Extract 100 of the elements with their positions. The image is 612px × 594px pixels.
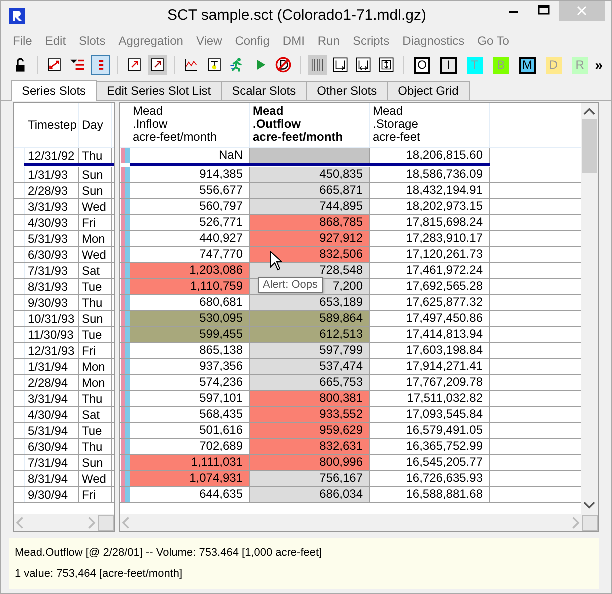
row-marker-stripe [120, 215, 130, 230]
menu-item[interactable]: Edit [39, 34, 72, 48]
column-header[interactable]: Day [79, 103, 112, 147]
menu-item[interactable]: Slots [73, 34, 112, 48]
table-cell: Mon [79, 375, 112, 390]
menu-item[interactable]: File [7, 34, 38, 48]
table-cell: 8/31/93 [25, 279, 79, 294]
table-cell: 756,167 [250, 471, 370, 486]
app-logo-icon [9, 8, 25, 24]
table-cell: Mon [79, 359, 112, 374]
table-cell: 10/31/93 [25, 311, 79, 326]
menu-item[interactable]: Diagnostics [396, 34, 471, 48]
table-cell: 9/30/94 [25, 487, 79, 502]
table-cell: Fri [79, 343, 112, 358]
column-header[interactable]: Timestep [25, 103, 79, 147]
table-cell: Sat [79, 407, 112, 422]
table-cell: 3/31/93 [25, 199, 79, 214]
table-cell: 744,895 [250, 199, 370, 214]
toolbar-overflow-button[interactable]: » [595, 57, 603, 73]
window-title: SCT sample.sct (Colorado1-71.mdl.gz) [166, 7, 428, 24]
table-cell: Tue [79, 279, 112, 294]
table-cell: 597,799 [250, 343, 370, 358]
menu-item[interactable]: Scripts [346, 34, 396, 48]
table-cell: 612,513 [250, 327, 370, 342]
table-cell: 11/30/93 [25, 327, 79, 342]
table-cell: 4/30/93 [25, 215, 79, 230]
tab[interactable]: Object Grid [387, 81, 470, 100]
table-cell: 2/28/93 [25, 183, 79, 198]
menu-item[interactable]: Config [229, 34, 276, 48]
menu-item[interactable]: DMI [276, 34, 311, 48]
table-cell: Sun [79, 167, 112, 182]
letter-button[interactable]: M [519, 56, 536, 74]
table-cell: 1/31/93 [25, 167, 79, 182]
table-cell: 4/30/94 [25, 407, 79, 422]
row-marker-stripe [120, 231, 130, 246]
table-cell: 1,203,086 [130, 263, 250, 278]
table-cell: 1,074,931 [130, 471, 250, 486]
letter-button[interactable]: I [440, 56, 457, 74]
table-cell: Tue [79, 327, 112, 342]
menu-item[interactable]: Run [312, 34, 346, 48]
tab[interactable]: Scalar Slots [221, 81, 308, 100]
table-cell: 832,631 [250, 439, 370, 454]
scrollbar-thumb[interactable] [582, 119, 597, 173]
table-cell: Mon [79, 231, 112, 246]
stop-icon[interactable] [274, 55, 294, 75]
table-cell: 959,629 [250, 423, 370, 438]
table-cell: 665,871 [250, 183, 370, 198]
table-cell: 9/30/93 [25, 295, 79, 310]
table-cell: 5/31/94 [25, 423, 79, 438]
table-cell: Sun [79, 311, 112, 326]
tooltip: Alert: Oops [258, 277, 324, 293]
row-marker-stripe [120, 327, 130, 342]
letter-button[interactable]: O [414, 56, 430, 74]
menu-item[interactable]: Go To [472, 34, 516, 48]
tab[interactable]: Edit Series Slot List [96, 81, 222, 100]
table-cell: 653,189 [250, 295, 370, 310]
table-cell: Sun [79, 455, 112, 470]
table-cell: 12/31/93 [25, 343, 79, 358]
row-marker-stripe [120, 407, 130, 422]
bracket-box-icon[interactable] [377, 55, 396, 75]
column-header[interactable]: Mead .Outflow acre-feet/month [250, 103, 370, 147]
row-marker-stripe [120, 295, 130, 310]
tab[interactable]: Other Slots [306, 81, 388, 100]
table-cell: 933,552 [250, 407, 370, 422]
table-cell: Sat [79, 263, 112, 278]
menu-item[interactable]: Aggregation [112, 34, 190, 48]
column-header[interactable]: Mead .Storage acre-feet [370, 103, 490, 147]
list-icon[interactable] [91, 55, 110, 75]
table-cell: 868,785 [250, 215, 370, 230]
row-marker-stripe [120, 423, 130, 438]
table-cell: Tue [79, 423, 112, 438]
table-cell: 6/30/94 [25, 439, 79, 454]
column-header[interactable]: Mead .Inflow acre-feet/month [130, 103, 250, 147]
table-cell: Wed [79, 247, 112, 262]
mouse-pointer-icon [270, 251, 282, 271]
tab[interactable]: Series Slots [11, 80, 98, 101]
table-cell: Sun [79, 183, 112, 198]
table-cell: 800,996 [250, 455, 370, 470]
table-cell: 1,111,031 [130, 455, 250, 470]
table-cell: 927,912 [250, 231, 370, 246]
row-marker-stripe [120, 148, 130, 163]
row-marker-stripe [120, 471, 130, 486]
table-cell: 2/28/94 [25, 375, 79, 390]
menu-item[interactable]: View [190, 34, 228, 48]
table-cell: 589,864 [250, 311, 370, 326]
bracket-right-icon[interactable] [331, 55, 350, 75]
vertical-scrollbar[interactable] [581, 103, 598, 514]
table-cell: Wed [79, 199, 112, 214]
row-marker-stripe [120, 455, 130, 470]
table-cell: 800,381 [250, 391, 370, 406]
row-marker-stripe [120, 391, 130, 406]
status-text: Mead.Outflow [@ 2/28/01] -- Volume: 753.464 [1,000 acre-feet] [15, 546, 324, 559]
table-cell: 728,548 [250, 263, 370, 278]
row-marker-stripe [120, 375, 130, 390]
table-cell: 7/31/93 [25, 263, 79, 278]
bracket-both-icon[interactable] [354, 55, 374, 75]
table-cell: 7/31/94 [25, 455, 79, 470]
table-cell: 450,835 [250, 167, 370, 182]
row-marker-stripe [120, 439, 130, 454]
row-marker-stripe [120, 167, 130, 182]
